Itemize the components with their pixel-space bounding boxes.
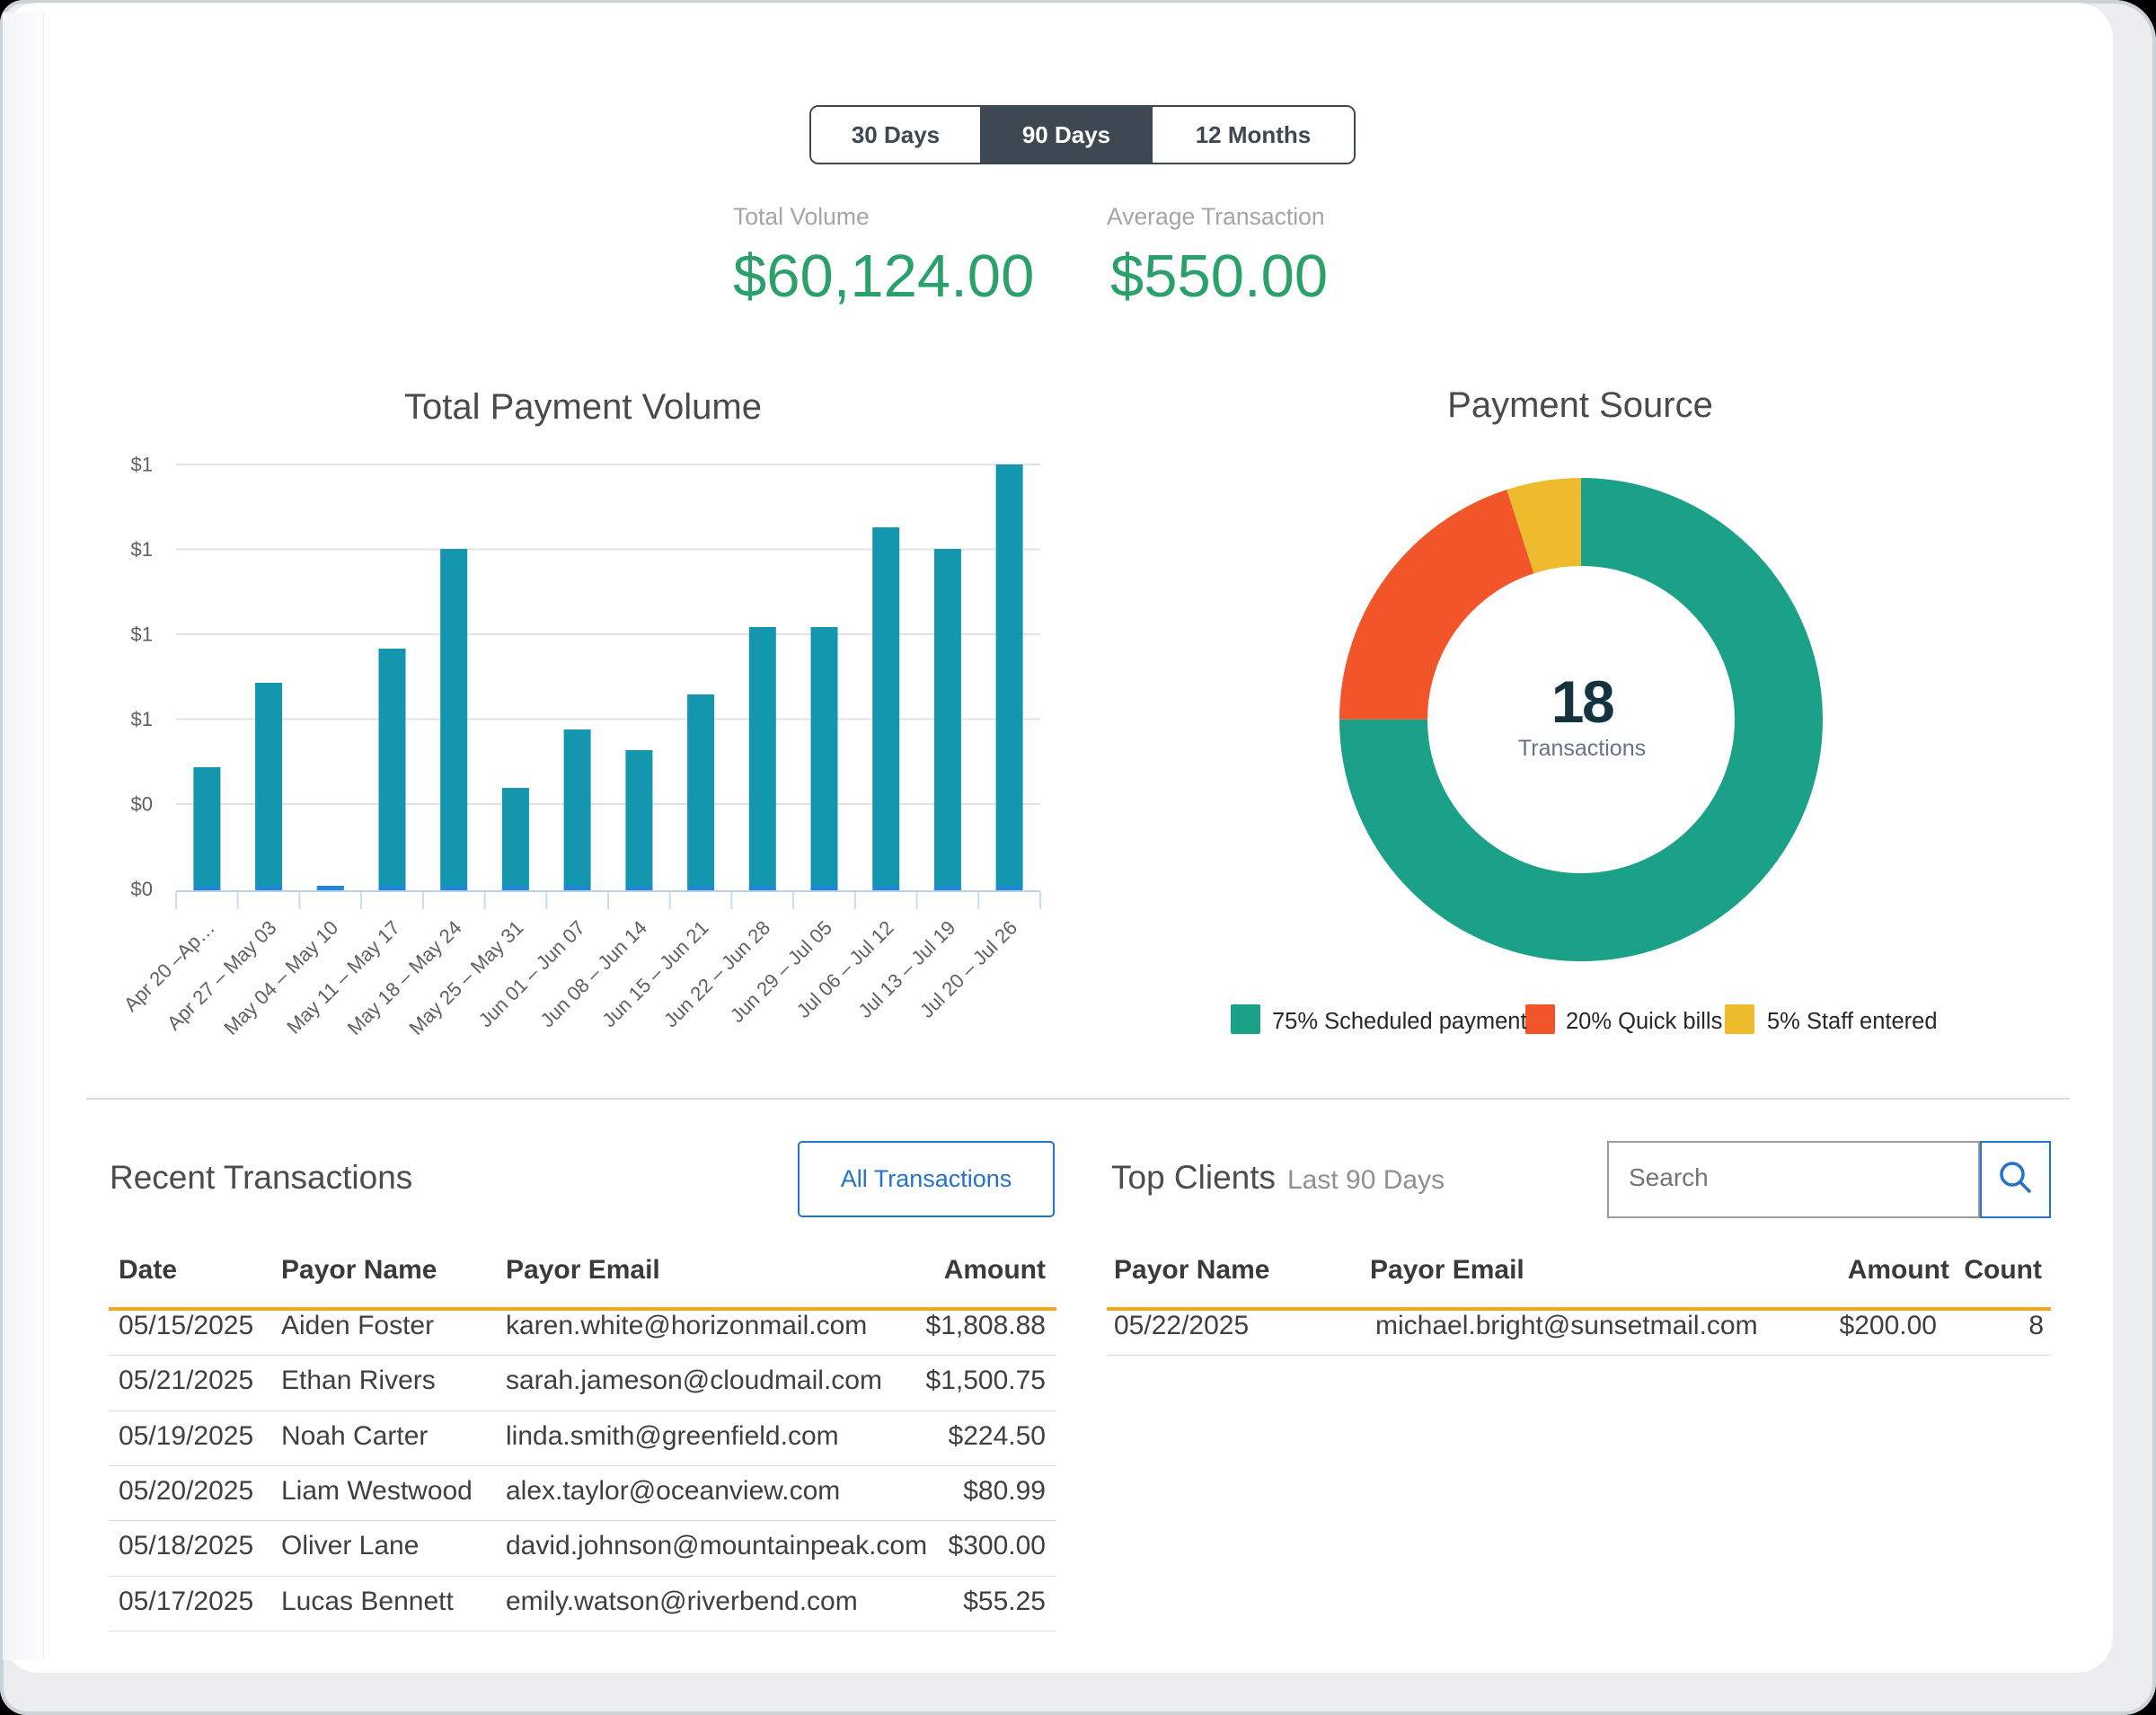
svg-text:Apr 27 – May 03: Apr 27 – May 03 (163, 916, 281, 1035)
svg-text:Jun 22 – Jun 28: Jun 22 – Jun 28 (659, 916, 774, 1031)
svg-text:Jun 01 – Jun 07: Jun 01 – Jun 07 (474, 916, 589, 1031)
svg-text:$0: $0 (131, 793, 153, 816)
svg-text:5% Staff entered: 5% Staff entered (1767, 1009, 1938, 1034)
svg-text:$1: $1 (131, 538, 153, 561)
svg-text:Jun 08 – Jun 14: Jun 08 – Jun 14 (536, 916, 651, 1031)
svg-text:May 04 – May 10: May 04 – May 10 (219, 916, 342, 1039)
svg-text:$1: $1 (131, 708, 153, 730)
svg-text:$1: $1 (131, 454, 153, 476)
svg-text:May 11 – May 17: May 11 – May 17 (282, 916, 404, 1039)
svg-text:$1: $1 (131, 623, 153, 646)
svg-text:Jun 15 – Jun 21: Jun 15 – Jun 21 (597, 916, 712, 1031)
svg-text:$0: $0 (131, 878, 153, 900)
svg-text:May 18 – May 24: May 18 – May 24 (343, 916, 466, 1039)
svg-text:May 25 – May 31: May 25 – May 31 (404, 916, 527, 1039)
svg-text:75% Scheduled payment: 75% Scheduled payment (1272, 1009, 1527, 1034)
svg-text:20% Quick bills: 20% Quick bills (1566, 1009, 1722, 1034)
